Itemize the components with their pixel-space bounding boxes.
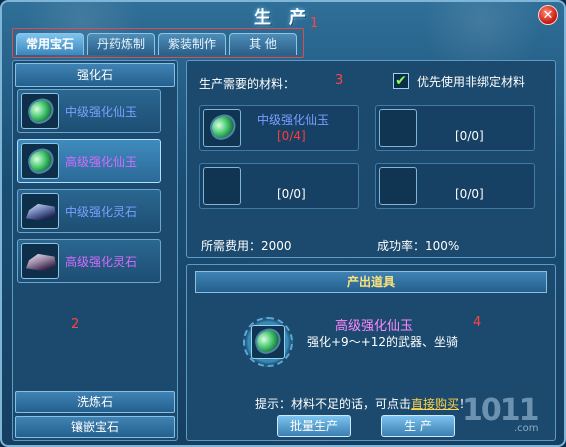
material-slot-count: [0/4]	[277, 129, 306, 143]
annotation-marker-3: 3	[335, 73, 344, 88]
material-slot-count: [0/0]	[277, 187, 306, 201]
green-gem-icon	[24, 95, 58, 127]
production-cost: 所需费用：2000	[201, 239, 292, 253]
material-slot-count: [0/0]	[455, 129, 484, 143]
item-icon-frame	[21, 243, 59, 279]
annotation-marker-1: 1	[310, 16, 319, 31]
green-gem-icon	[24, 145, 58, 177]
material-slot[interactable]	[379, 109, 417, 147]
produce-button[interactable]: 生 产	[381, 415, 455, 437]
list-item-label: 中级强化灵石	[65, 205, 138, 219]
materials-panel: 生产需要的材料： 3 ✔ 优先使用非绑定材料 中级强化仙玉 [0/4] [0/0…	[186, 60, 556, 258]
prefer-unbound-checkbox[interactable]: ✔	[393, 73, 409, 89]
close-button[interactable]: ✕	[538, 5, 558, 25]
direct-buy-link[interactable]: 直接购买	[411, 397, 459, 411]
list-item[interactable]: 高级强化灵石	[17, 239, 161, 283]
prefer-unbound-label: 优先使用非绑定材料	[417, 74, 526, 89]
tab-other[interactable]: 其 他	[229, 33, 297, 55]
material-slot[interactable]	[203, 109, 241, 147]
list-item[interactable]: 中级强化灵石	[17, 189, 161, 233]
category-button-inlay-gems[interactable]: 镶嵌宝石	[15, 416, 175, 438]
material-slot-count: [0/0]	[455, 187, 484, 201]
shortage-hint: 提示：材料不足的话，可点击直接购买！	[255, 395, 471, 412]
tab-pill-refining[interactable]: 丹药炼制	[87, 33, 155, 55]
prefer-unbound-option[interactable]: ✔ 优先使用非绑定材料	[393, 72, 525, 90]
list-item[interactable]: 中级强化仙玉	[17, 89, 161, 133]
title-bar: 生 产 1 ✕	[2, 2, 564, 31]
tab-purple-gear[interactable]: 紫装制作	[158, 33, 226, 55]
stone-icon	[26, 253, 56, 271]
annotation-marker-2: 2	[71, 317, 80, 332]
hint-text: 提示：材料不足的话，可点击	[255, 397, 412, 411]
item-icon-frame	[21, 193, 59, 229]
batch-produce-button[interactable]: 批量生产	[277, 415, 351, 437]
material-slot[interactable]	[379, 167, 417, 205]
list-item-selected[interactable]: 高级强化仙玉	[17, 139, 161, 183]
green-gem-icon	[206, 111, 240, 143]
list-item-label: 高级强化灵石	[65, 255, 138, 269]
list-item-label: 中级强化仙玉	[65, 105, 138, 119]
green-gem-icon	[251, 325, 285, 357]
category-header-enhance-stones[interactable]: 强化石	[15, 63, 175, 87]
window-title: 生 产	[254, 8, 312, 28]
close-icon: ✕	[542, 7, 554, 23]
output-item-name: 高级强化仙玉	[335, 319, 414, 334]
output-header: 产出道具	[195, 271, 547, 293]
category-button-refine-stones[interactable]: 洗炼石	[15, 391, 175, 413]
success-rate: 成功率：100%	[377, 239, 460, 253]
output-item-ring	[243, 317, 293, 367]
output-item-slot[interactable]	[251, 325, 285, 359]
tab-common-gems[interactable]: 常用宝石	[16, 33, 84, 55]
annotation-marker-4: 4	[473, 315, 482, 330]
tab-strip: 常用宝石 丹药炼制 紫装制作 其 他	[12, 28, 304, 58]
production-window: 生 产 1 ✕ 常用宝石 丹药炼制 紫装制作 其 他 强化石 中级强化仙玉 高级…	[0, 0, 566, 447]
watermark-domain: .com	[514, 423, 539, 434]
item-icon-frame	[21, 143, 59, 179]
stone-icon	[26, 203, 56, 221]
output-item-description: 强化+9～+12的武器、坐骑	[307, 335, 459, 349]
item-list-panel: 强化石 中级强化仙玉 高级强化仙玉 中级强化灵石 高级强化灵石 2 洗炼石 镶嵌…	[12, 60, 178, 441]
list-item-label: 高级强化仙玉	[65, 155, 138, 169]
site-watermark: 1011 .com	[458, 391, 558, 439]
item-icon-frame	[21, 93, 59, 129]
material-slot[interactable]	[203, 167, 241, 205]
material-slot-name: 中级强化仙玉	[257, 113, 330, 127]
materials-title: 生产需要的材料：	[199, 77, 296, 91]
